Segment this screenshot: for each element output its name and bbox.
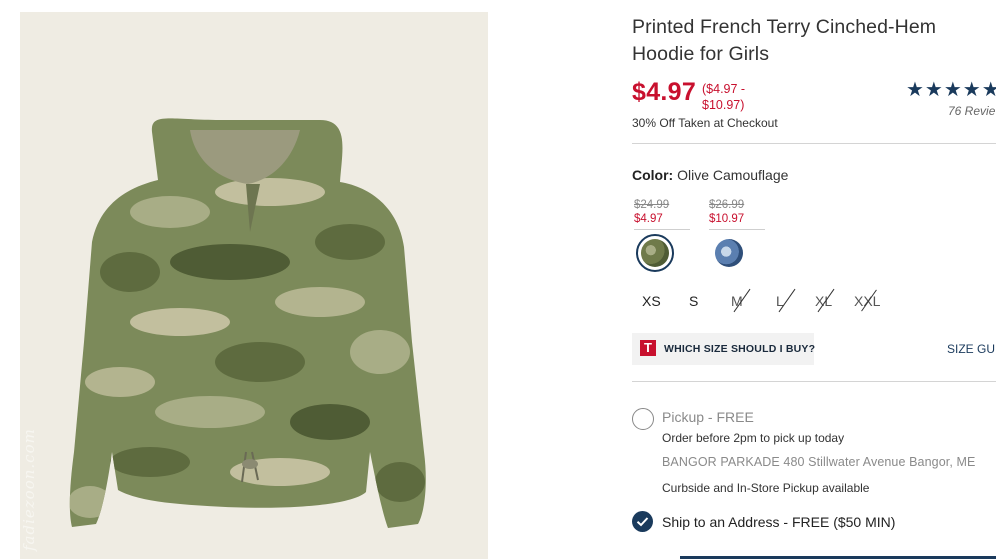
original-price: $24.99 [634, 199, 670, 211]
product-image[interactable]: fadiezoon.com [20, 12, 488, 559]
checkmark-icon [636, 517, 649, 527]
brand-t-icon: T [640, 340, 656, 356]
swatch-blue-camouflage[interactable] [715, 239, 743, 267]
which-size-button[interactable]: T WHICH SIZE SHOULD I BUY? [632, 333, 816, 365]
product-title: Printed French Terry Cinched-Hem Hoodie … [632, 16, 937, 65]
curbside-note: Curbside and In-Store Pickup available [662, 481, 870, 495]
original-price: $26.99 [709, 199, 745, 211]
variant-underline [709, 229, 765, 230]
price-block: $4.97 ($4.97 - $10.97) [632, 78, 745, 112]
current-price: $4.97 [632, 78, 697, 106]
discount-note: 30% Off Taken at Checkout [632, 116, 778, 130]
size-guide-link[interactable]: SIZE GUIDE [947, 342, 996, 356]
rating-stars[interactable]: ★★★★★ [906, 77, 996, 102]
color-variant-price: $24.99 $4.97 [634, 198, 690, 230]
size-option-unavailable[interactable]: M [731, 288, 751, 313]
color-label: Color: Olive Camouflage [632, 167, 788, 183]
divider [632, 143, 996, 144]
sale-price: $10.97 [709, 213, 745, 225]
selected-color-name: Olive Camouflage [677, 167, 789, 183]
size-option[interactable]: S [689, 293, 698, 309]
ship-label[interactable]: Ship to an Address - FREE ($50 MIN) [662, 514, 895, 530]
image-watermark: fadiezoon.com [20, 428, 38, 551]
reviews-link[interactable]: 76 Reviews [948, 104, 996, 118]
pickup-radio[interactable] [632, 408, 654, 430]
divider [632, 381, 996, 382]
ship-radio-checked[interactable] [632, 511, 653, 532]
store-address: BANGOR PARKADE 480 Stillwater Avenue Ban… [662, 455, 976, 469]
size-option[interactable]: XS [642, 293, 661, 309]
pickup-cutoff-note: Order before 2pm to pick up today [662, 431, 845, 445]
pickup-label[interactable]: Pickup - FREE [662, 409, 754, 425]
color-variant-price: $26.99 $10.97 [709, 198, 765, 230]
swatch-olive-camouflage[interactable] [641, 239, 669, 267]
variant-underline [634, 229, 690, 230]
size-option-unavailable[interactable]: XL [815, 288, 835, 313]
sale-price: $4.97 [634, 213, 663, 225]
size-option-unavailable[interactable]: XXL [854, 289, 880, 312]
which-size-label: WHICH SIZE SHOULD I BUY? [664, 343, 816, 355]
color-label-title: Color: [632, 167, 674, 183]
hoodie-illustration [69, 118, 426, 529]
size-option-unavailable[interactable]: L [776, 288, 796, 313]
price-range: ($4.97 - $10.97) [702, 82, 746, 112]
